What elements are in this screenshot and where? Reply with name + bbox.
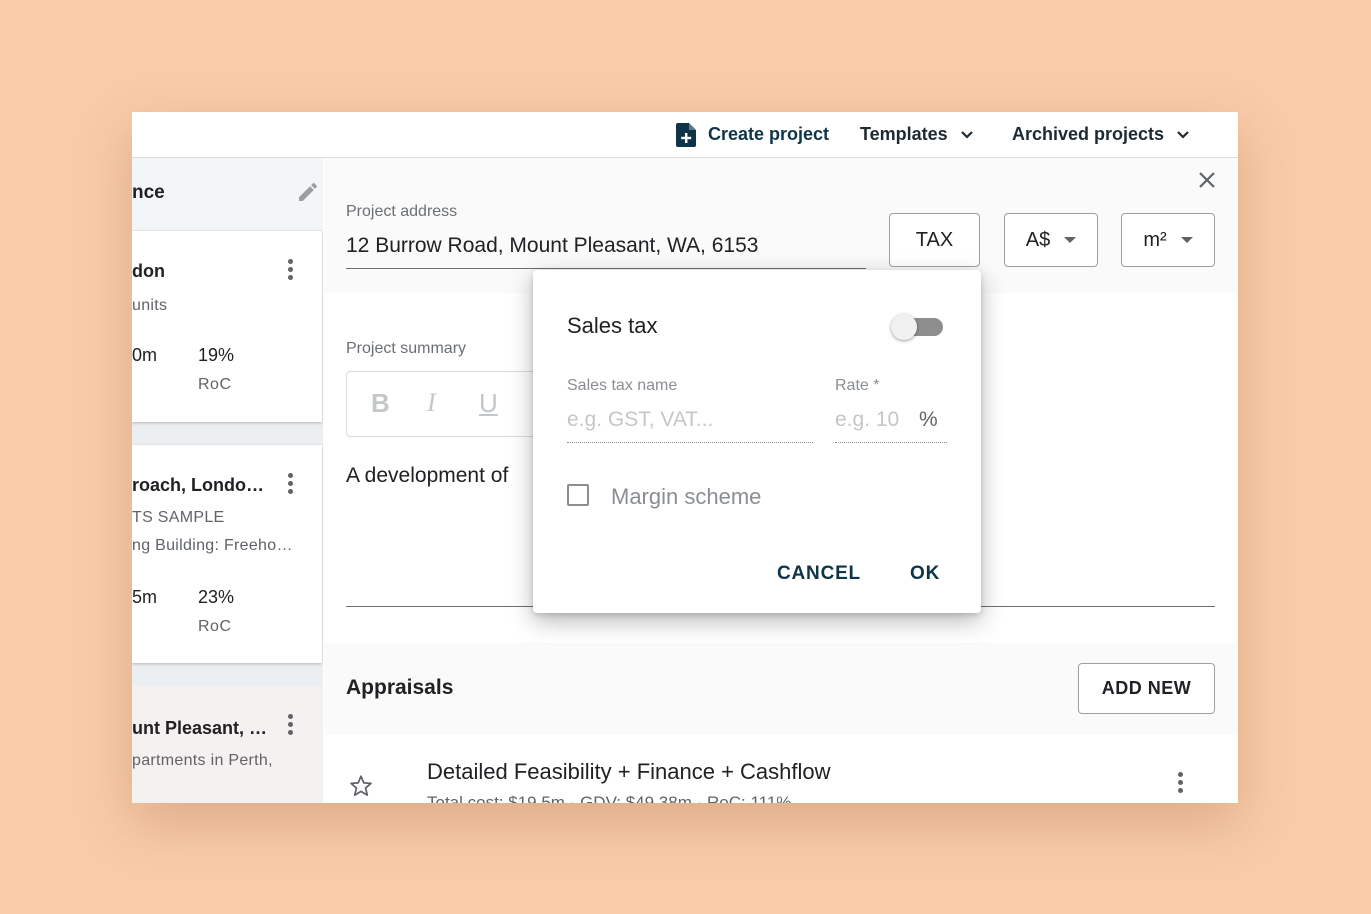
project-card-roc-value: 19%	[198, 345, 235, 365]
new-document-icon	[676, 122, 696, 147]
project-card-roc-label: RoC	[198, 618, 232, 635]
dialog-title: Sales tax	[567, 313, 658, 338]
rate-unit: %	[919, 408, 938, 431]
archived-projects-label: Archived projects	[1012, 124, 1165, 144]
text-format-toolbar: B I U	[346, 371, 546, 437]
appraisal-summary: Total cost: $19.5m · GDV: $49.38m · RoC:…	[427, 793, 792, 803]
edit-pencil-icon[interactable]	[296, 180, 320, 204]
create-project-label: Create project	[708, 124, 830, 144]
italic-button[interactable]: I	[427, 388, 436, 418]
currency-value: A$	[1025, 228, 1051, 251]
sales-tax-toggle[interactable]	[891, 314, 945, 340]
top-bar: Create project Templates Archived projec…	[132, 112, 1238, 158]
chevron-down-icon	[960, 130, 973, 139]
project-card-title: don	[132, 261, 165, 281]
rate-label: Rate *	[835, 377, 880, 394]
currency-select[interactable]: A$	[1004, 213, 1098, 267]
add-new-appraisal-button[interactable]: ADD NEW	[1078, 663, 1215, 714]
create-project-button[interactable]: Create project	[676, 112, 829, 157]
project-card[interactable]: don units 0m 19% RoC	[132, 231, 322, 422]
dropdown-arrow-icon	[1064, 237, 1077, 243]
cancel-button[interactable]: CANCEL	[777, 563, 861, 585]
project-card-roc-label: RoC	[198, 376, 232, 393]
margin-scheme-checkbox[interactable]	[567, 484, 589, 506]
project-card[interactable]: unt Pleasant, … partments in Perth,	[132, 686, 322, 803]
bold-button[interactable]: B	[371, 388, 390, 419]
more-options-icon[interactable]	[288, 473, 293, 497]
unit-select[interactable]: m²	[1121, 213, 1215, 267]
margin-scheme-label[interactable]: Margin scheme	[611, 484, 761, 510]
tax-button-label: TAX	[915, 228, 954, 251]
sidebar-header-title: nce	[132, 182, 165, 203]
sales-tax-name-input[interactable]: e.g. GST, VAT...	[567, 408, 713, 432]
project-card[interactable]: roach, Londo… TS SAMPLE ng Building: Fre…	[132, 445, 322, 663]
project-address-input[interactable]: 12 Burrow Road, Mount Pleasant, WA, 6153	[346, 234, 758, 258]
project-summary-label: Project summary	[346, 340, 467, 357]
project-card-value: 5m	[132, 587, 158, 607]
project-card-value: 0m	[132, 345, 158, 365]
project-summary-text[interactable]: A development of	[346, 464, 508, 488]
toggle-thumb	[891, 314, 917, 340]
underline-button[interactable]: U	[479, 388, 498, 419]
project-card-roc-value: 23%	[198, 587, 235, 607]
rate-underline	[835, 442, 947, 443]
sales-tax-name-underline	[567, 442, 813, 443]
appraisals-heading: Appraisals	[346, 676, 454, 699]
star-outline-icon[interactable]	[348, 773, 374, 799]
project-card-subtitle: TS SAMPLE	[132, 509, 225, 526]
project-card-description: ng Building: Freeho…	[132, 537, 293, 554]
more-options-icon[interactable]	[1178, 772, 1183, 796]
dropdown-arrow-icon	[1180, 237, 1193, 243]
archived-projects-menu[interactable]: Archived projects	[1012, 112, 1190, 157]
templates-label: Templates	[860, 124, 948, 144]
project-address-label: Project address	[346, 203, 458, 220]
sidebar-header: nce	[132, 158, 323, 230]
more-options-icon[interactable]	[288, 259, 293, 283]
chevron-down-icon	[1177, 130, 1189, 139]
project-sidebar: nce don units 0m 19% RoC roach, Londo… T…	[132, 158, 323, 803]
project-card-title: unt Pleasant, …	[132, 718, 268, 738]
sales-tax-name-label: Sales tax name	[567, 377, 678, 394]
rate-input[interactable]: e.g. 10	[835, 408, 899, 432]
appraisal-row[interactable]: Detailed Feasibility + Finance + Cashflo…	[324, 735, 1238, 803]
appraisal-name: Detailed Feasibility + Finance + Cashflo…	[427, 759, 831, 784]
project-card-subtitle: units	[132, 297, 168, 314]
ok-button[interactable]: OK	[910, 563, 940, 585]
templates-menu[interactable]: Templates	[860, 112, 974, 157]
close-icon[interactable]	[1195, 168, 1219, 192]
add-new-label: ADD NEW	[1101, 678, 1192, 698]
sales-tax-dialog: Sales tax Sales tax name e.g. GST, VAT..…	[533, 270, 981, 613]
more-options-icon[interactable]	[288, 714, 293, 738]
project-card-title: roach, Londo…	[132, 475, 264, 495]
project-card-subtitle: partments in Perth,	[132, 752, 273, 769]
tax-button[interactable]: TAX	[889, 213, 980, 267]
address-underline	[346, 268, 866, 269]
unit-value: m²	[1143, 228, 1167, 251]
